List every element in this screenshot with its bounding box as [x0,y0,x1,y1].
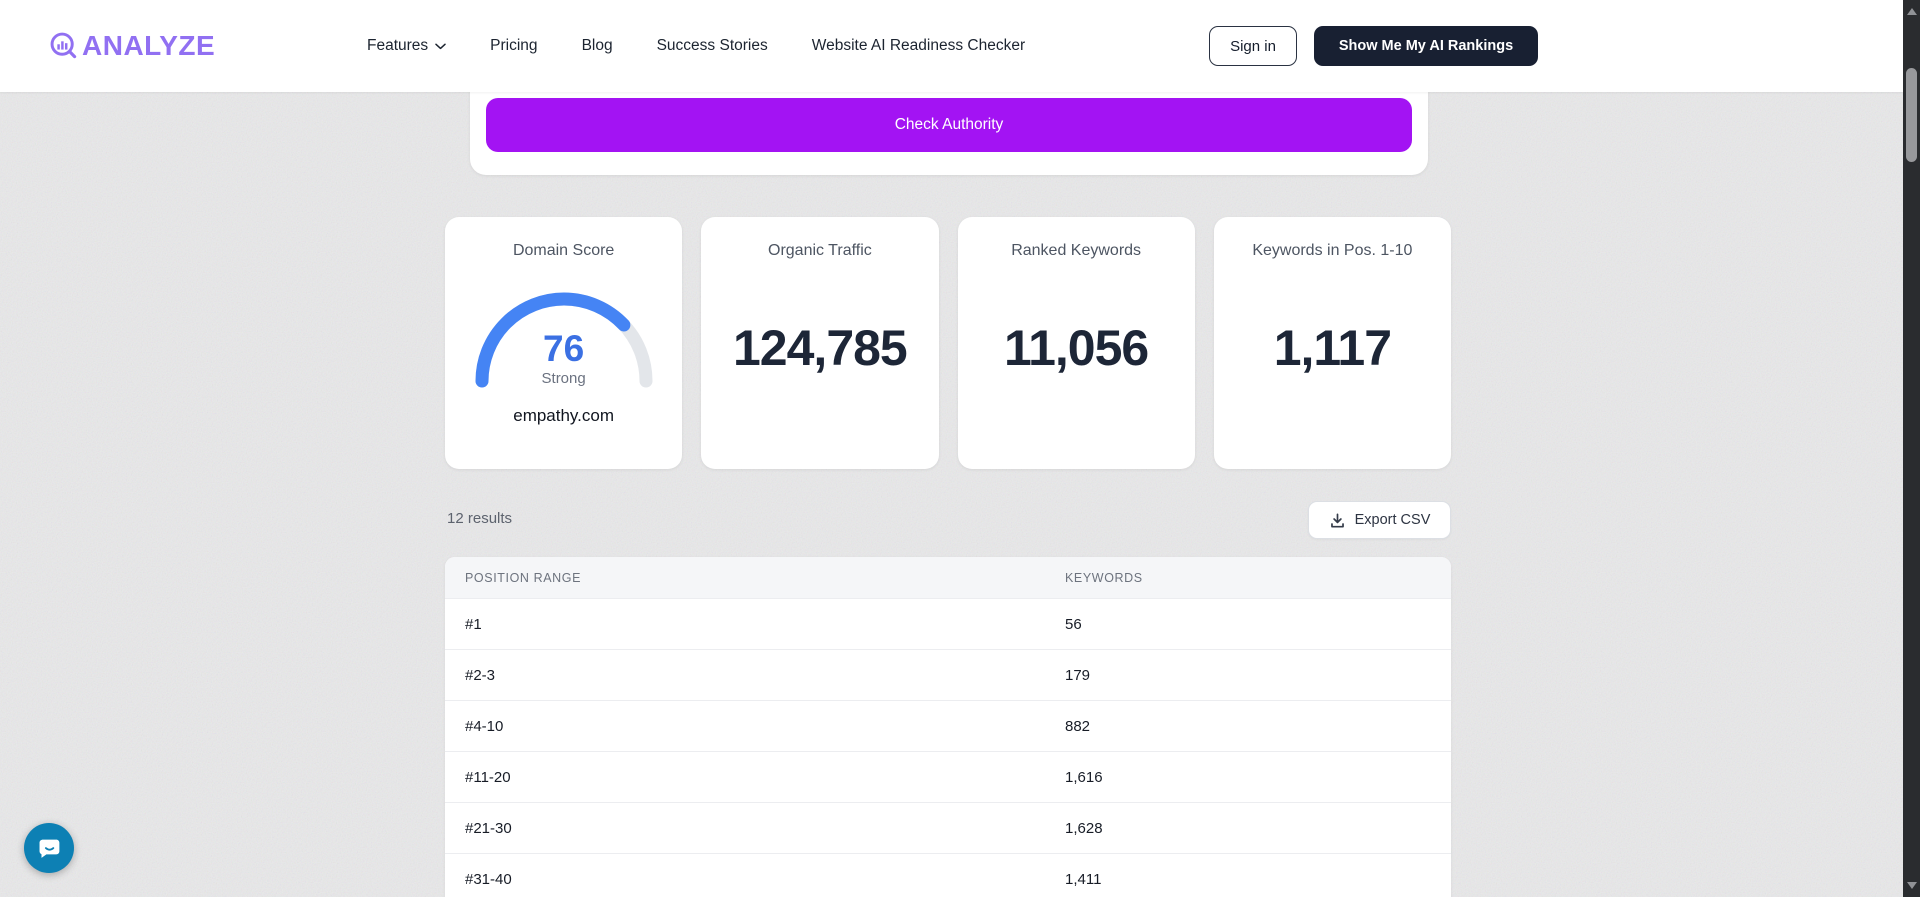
nav-link-label: Website AI Readiness Checker [811,37,1026,54]
nav-link-label: Features [367,37,429,54]
domain-score-value: 76 [543,328,585,369]
table-header-position-range: POSITION RANGE [465,570,582,585]
nav-link-blog[interactable]: Blog [582,37,613,55]
metric-title: Domain Score [512,242,615,259]
sign-in-button[interactable]: Sign in [1209,26,1297,66]
analyzed-domain: empathy.com [513,406,615,425]
organic-traffic-card: Organic Traffic 124,785 [701,217,939,469]
cell-position-range: #11-20 [465,768,511,786]
results-count: 12 results [447,510,513,527]
export-csv-button[interactable]: Export CSV [1308,501,1451,539]
brand-logo-text: ANALYZE [82,30,216,61]
cell-position-range: #1 [465,615,482,633]
nav-link-pricing[interactable]: Pricing [490,37,537,55]
cell-keywords: 56 [1065,615,1082,633]
table-row: #4-10 882 [445,700,1451,751]
check-authority-button[interactable]: Check Authority [486,98,1412,152]
cell-keywords: 1,616 [1065,768,1103,786]
nav-link-label: Pricing [490,37,538,54]
metric-value: 124,785 [733,319,908,376]
nav-link-label: Blog [581,37,613,54]
metric-value: 1,117 [1273,319,1392,376]
domain-score-gauge: 76 Strong [469,286,659,390]
triangle-down-icon[interactable] [1906,882,1917,889]
table-body: #1 56 #2-3 179 #4-10 882 #11-20 1,616 #21-30 1,62… [445,598,1451,897]
ranked-keywords-card: Ranked Keywords 11,056 [957,217,1195,469]
brand-logo[interactable]: ANALYZE [48,0,215,92]
cell-position-range: #4-10 [465,717,504,735]
cell-keywords: 1,411 [1065,870,1102,888]
table-row: #11-20 1,616 [445,751,1451,802]
download-icon [1330,512,1344,528]
top-navigation-bar: ANALYZE Features Pricing Blog Success Stori… [0,0,1903,92]
magnifier-chart-icon [50,32,77,59]
domain-score-card: Domain Score 76 Strong empathy.com [445,217,683,469]
nav-link-website-ai-readiness-checker[interactable]: Website AI Readiness Checker [812,37,1025,55]
chat-launcher-button[interactable] [24,823,74,873]
position-range-table: POSITION RANGE KEYWORDS #1 56 #2-3 179 #4-10… [445,557,1451,897]
scrollbar-track[interactable] [1903,0,1920,897]
nav-link-success-stories[interactable]: Success Stories [657,37,768,55]
keywords-top10-card: Keywords in Pos. 1-10 1,117 [1213,217,1451,469]
table-row: #31-40 1,411 [445,853,1451,897]
table-row: #1 56 [445,598,1451,649]
cell-keywords: 882 [1065,717,1091,735]
chevron-down-icon [435,43,446,50]
cell-keywords: 179 [1065,666,1091,684]
page: Check Authority ANALYZE Features Pricing B… [0,0,1920,897]
table-row: #21-30 1,628 [445,802,1451,853]
cell-position-range: #31-40 [465,870,512,888]
scrollbar-thumb[interactable] [1906,68,1917,162]
cell-position-range: #21-30 [465,819,512,837]
table-row: #2-3 179 [445,649,1451,700]
table-header-keywords: KEYWORDS [1065,570,1143,585]
metric-value: 11,056 [1004,319,1149,376]
metric-title: Organic Traffic [768,242,872,259]
nav-link-features[interactable]: Features [367,37,446,55]
table-header-row: POSITION RANGE KEYWORDS [445,557,1451,598]
export-csv-label: Export CSV [1354,512,1431,528]
show-ai-rankings-button[interactable]: Show Me My AI Rankings [1314,26,1538,66]
domain-score-rating: Strong [541,370,586,387]
nav-links: Features Pricing Blog Success Stories Websit… [367,0,1025,92]
cell-keywords: 1,628 [1065,819,1103,837]
triangle-up-icon[interactable] [1906,8,1917,15]
metric-title: Ranked Keywords [1011,242,1142,259]
cell-position-range: #2-3 [465,666,496,684]
chat-bubble-icon [39,839,59,858]
nav-link-label: Success Stories [656,37,768,54]
metric-title: Keywords in Pos. 1-10 [1252,242,1413,259]
metric-cards-row: Domain Score 76 Strong empathy.com Organ… [445,217,1451,469]
